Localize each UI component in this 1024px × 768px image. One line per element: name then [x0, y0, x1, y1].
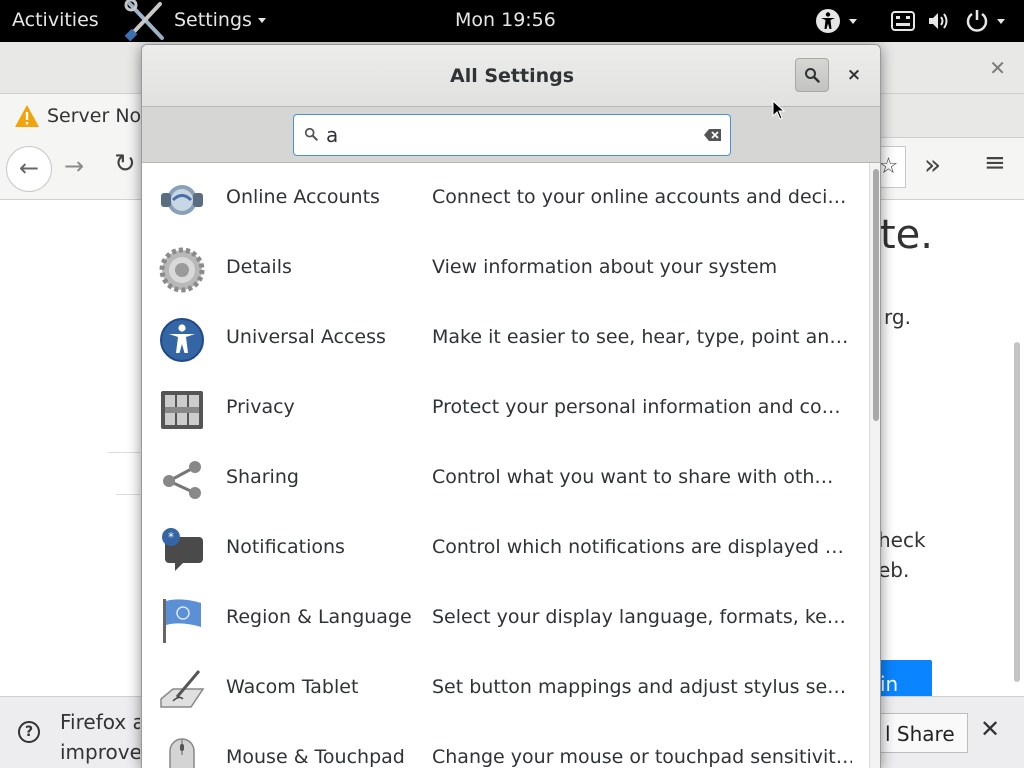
panel-name: Privacy — [226, 396, 295, 418]
warning-icon — [15, 105, 39, 127]
search-icon — [805, 68, 820, 83]
notifications-icon: * — [162, 528, 203, 571]
divider — [108, 452, 140, 453]
page-scrollbar[interactable] — [1014, 342, 1020, 682]
search-toggle-button[interactable] — [795, 58, 829, 92]
wacom-tablet-icon — [160, 670, 205, 708]
list-scrollbar[interactable] — [869, 163, 880, 768]
overflow-chevron-icon[interactable]: » — [924, 148, 941, 181]
notification-text: Firefox a improve — [60, 707, 140, 767]
network-icon[interactable] — [891, 10, 915, 32]
volume-icon[interactable] — [927, 10, 951, 32]
panel-description: Select your display language, formats, k… — [432, 606, 846, 628]
panel-name: Wacom Tablet — [226, 676, 359, 698]
search-bar — [142, 107, 880, 163]
forward-arrow-icon[interactable]: → — [64, 152, 84, 180]
panel-description: Control what you want to share with oth… — [432, 466, 834, 488]
panel-name: Universal Access — [226, 326, 386, 348]
privacy-icon — [161, 391, 203, 429]
notification-line: improve — [60, 740, 140, 764]
list-item[interactable]: Mouse & Touchpad Change your mouse or to… — [142, 723, 869, 768]
search-icon — [304, 127, 318, 141]
panel-description: View information about your system — [432, 256, 778, 278]
panel-name: Mouse & Touchpad — [226, 746, 405, 768]
list-item[interactable]: Universal Access Make it easier to see, … — [142, 303, 869, 373]
panel-description: Change your mouse or touchpad sensitivit… — [432, 746, 852, 768]
panel-description: Set button mappings and adjust stylus se… — [432, 676, 847, 698]
firefox-tab[interactable]: Server No — [0, 94, 150, 138]
search-field[interactable] — [293, 114, 731, 156]
page-text-fragment: heck — [878, 528, 926, 552]
divider — [116, 494, 140, 495]
panel-name: Notifications — [226, 536, 345, 558]
chevron-down-icon — [849, 18, 857, 24]
power-icon[interactable] — [965, 9, 989, 33]
app-menu[interactable]: Settings — [122, 0, 266, 42]
universal-access-icon — [160, 318, 204, 362]
scrollbar-thumb[interactable] — [873, 169, 879, 421]
close-button[interactable]: × — [842, 63, 866, 87]
app-menu-label: Settings — [174, 9, 252, 31]
panel-description: Make it easier to see, hear, type, point… — [432, 326, 849, 348]
system-tray[interactable] — [815, 7, 1005, 35]
hamburger-menu-icon[interactable]: ≡ — [984, 148, 1006, 178]
mouse-pointer-icon — [772, 100, 786, 120]
clock[interactable]: Mon 19:56 — [455, 9, 556, 31]
settings-tools-icon — [124, 0, 164, 42]
close-icon[interactable]: ✕ — [989, 56, 1006, 80]
panel-name: Region & Language — [226, 606, 412, 628]
svg-text:*: * — [168, 530, 174, 544]
list-item[interactable]: * Notifications Control which notificati… — [142, 513, 869, 583]
region-flag-icon — [163, 599, 201, 643]
activities-button[interactable]: Activities — [12, 9, 99, 31]
dialog-header: All Settings × — [142, 45, 880, 107]
page-heading-fragment: te. — [880, 212, 934, 258]
sharing-icon — [163, 461, 201, 499]
list-item[interactable]: Online Accounts Connect to your online a… — [142, 163, 869, 233]
page-text-fragment: rg. — [884, 305, 911, 329]
search-input[interactable] — [326, 121, 696, 149]
list-item[interactable]: Details View information about your syst… — [142, 233, 869, 303]
online-accounts-icon — [161, 185, 203, 215]
settings-dialog: All Settings × a Online Accounts Connect… — [141, 44, 881, 768]
page-text-fragment: eb. — [878, 558, 910, 582]
panel-name: Sharing — [226, 466, 299, 488]
back-arrow-icon[interactable]: ← — [6, 146, 52, 192]
top-bar: Activities Settings Mon 19:56 — [0, 0, 1024, 42]
chevron-down-icon — [997, 18, 1005, 24]
panel-name: Online Accounts — [226, 186, 380, 208]
help-icon: ? — [18, 721, 40, 743]
panel-name: Details — [226, 256, 292, 278]
close-icon[interactable]: ✕ — [980, 715, 1000, 743]
settings-panel-list: Online Accounts Connect to your online a… — [142, 163, 869, 768]
clear-text-icon[interactable] — [704, 128, 722, 142]
panel-description: Connect to your online accounts and deci… — [432, 186, 847, 208]
tab-title: Server No — [47, 105, 142, 127]
list-item[interactable]: Region & Language Select your display la… — [142, 583, 869, 653]
reload-icon[interactable]: ↻ — [114, 149, 136, 179]
share-button[interactable]: l Share — [868, 713, 968, 753]
mouse-icon — [169, 738, 195, 768]
chevron-down-icon — [257, 17, 266, 23]
notification-line: Firefox a — [60, 710, 140, 734]
panel-description: Control which notifications are displaye… — [432, 536, 844, 558]
dialog-title: All Settings — [449, 65, 575, 87]
list-item[interactable]: Wacom Tablet Set button mappings and adj… — [142, 653, 869, 723]
panel-description: Protect your personal information and co… — [432, 396, 841, 418]
list-item[interactable]: Privacy Protect your personal informatio… — [142, 373, 869, 443]
list-item[interactable]: Sharing Control what you want to share w… — [142, 443, 869, 513]
details-gear-icon — [159, 247, 205, 293]
accessibility-icon[interactable] — [815, 8, 841, 34]
